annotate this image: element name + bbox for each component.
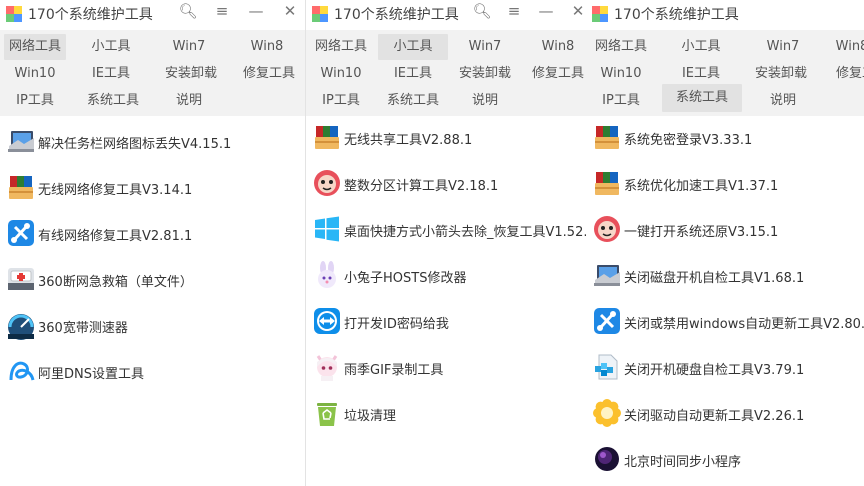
toolbox-icon — [592, 168, 622, 198]
tab-small-tools[interactable]: 小工具 — [80, 34, 142, 60]
document-cubes-icon — [592, 352, 622, 382]
tab-ie-tools[interactable]: IE工具 — [382, 61, 444, 87]
tab-ip-tools[interactable]: IP工具 — [4, 88, 66, 114]
list-item[interactable]: 系统优化加速工具V1.37.1 — [586, 162, 864, 206]
search-icon[interactable]: 🔍︎ — [178, 2, 198, 20]
app-window-small-tools: 170个系统维护工具 🔍︎ ≡ — ✕ 网络工具 小工具 Win7 Win8 W… — [306, 0, 586, 486]
menu-icon[interactable]: ≡ — [504, 2, 524, 20]
tab-small-tools[interactable]: 小工具 — [378, 34, 448, 60]
list-item[interactable]: 360宽带测速器 — [0, 304, 305, 348]
list-item[interactable]: 桌面快捷方式小箭头去除_恢复工具V1.52.1 — [306, 208, 586, 252]
tab-network[interactable]: 网络工具 — [4, 34, 66, 60]
tab-bar: 网络工具 小工具 Win7 Win8 Win10 IE工具 安装卸载 修复工具 … — [306, 30, 586, 116]
list-item[interactable]: 一键打开系统还原V3.15.1 — [586, 208, 864, 252]
list-item[interactable]: 有线网络修复工具V2.81.1 — [0, 212, 305, 256]
tab-bar: 网络工具 小工具 Win7 Win8 Win10 IE工具 安装卸载 修复工具 … — [0, 30, 305, 116]
monitor-network-icon — [592, 260, 622, 290]
list-item[interactable]: 无线网络修复工具V3.14.1 — [0, 166, 305, 210]
monitor-network-icon — [6, 126, 36, 156]
search-icon[interactable]: 🔍︎ — [472, 2, 492, 20]
window-title: 170个系统维护工具 — [334, 7, 459, 23]
repair-tools-icon — [592, 306, 622, 336]
list-item[interactable]: 打开发ID密码给我 — [306, 300, 586, 344]
title-bar: 170个系统维护工具 🔍︎ ≡ — ✕ — [0, 0, 305, 28]
recycle-bin-icon — [312, 398, 342, 428]
tab-repair-tools[interactable]: 修复工具 — [526, 61, 586, 87]
tab-system-tools[interactable]: 系统工具 — [80, 88, 146, 114]
tab-ie-tools[interactable]: IE工具 — [80, 61, 142, 87]
tab-win8[interactable]: Win8 — [236, 34, 298, 60]
monkey-face-icon — [312, 168, 342, 198]
window-title: 170个系统维护工具 — [614, 7, 739, 23]
app-logo-icon — [312, 6, 328, 22]
repair-tools-icon — [6, 218, 36, 248]
minimize-icon[interactable]: — — [246, 2, 266, 20]
list-item[interactable]: 无线共享工具V2.88.1 — [306, 116, 586, 160]
window-title: 170个系统维护工具 — [28, 7, 153, 23]
tab-win7[interactable]: Win7 — [456, 34, 514, 60]
tab-about[interactable]: 说明 — [158, 88, 220, 114]
tab-repair-tools[interactable]: 修复工具 — [236, 61, 302, 87]
tab-ip-tools[interactable]: IP工具 — [310, 88, 372, 114]
tab-install-uninstall[interactable]: 安装卸载 — [452, 61, 518, 87]
list-item[interactable]: 解决任务栏网络图标丢失V4.15.1 — [0, 120, 305, 164]
toolbox-icon — [592, 122, 622, 152]
dark-orb-icon — [592, 444, 622, 474]
tab-win10[interactable]: Win10 — [590, 61, 652, 87]
title-bar: 170个系统维护工具 — [586, 0, 864, 28]
tab-win8[interactable]: Win8 — [530, 34, 586, 60]
minimize-icon[interactable]: — — [536, 2, 556, 20]
close-icon[interactable]: ✕ — [280, 2, 300, 20]
list-item[interactable]: 整数分区计算工具V2.18.1 — [306, 162, 586, 206]
app-window-system-tools: 170个系统维护工具 网络工具 小工具 Win7 Win8 Win10 IE工具… — [586, 0, 864, 486]
list-item[interactable]: 北京时间同步小程序 — [586, 438, 864, 482]
app-window-network: 170个系统维护工具 🔍︎ ≡ — ✕ 网络工具 小工具 Win7 Win8 W… — [0, 0, 306, 486]
tab-repair-tools[interactable]: 修复工具 — [836, 61, 864, 87]
tab-ip-tools[interactable]: IP工具 — [590, 88, 652, 114]
anime-girl-icon — [312, 352, 342, 382]
tab-bar: 网络工具 小工具 Win7 Win8 Win10 IE工具 安装卸载 修复工具 … — [586, 30, 864, 116]
list-item[interactable]: 雨季GIF录制工具 — [306, 346, 586, 390]
tab-system-tools[interactable]: 系统工具 — [380, 88, 446, 114]
windows-logo-icon — [312, 214, 342, 244]
close-icon[interactable]: ✕ — [568, 2, 586, 20]
tab-win7[interactable]: Win7 — [752, 34, 814, 60]
teamviewer-icon — [312, 306, 342, 336]
menu-icon[interactable]: ≡ — [212, 2, 232, 20]
aliyun-logo-icon — [6, 356, 36, 386]
tab-about[interactable]: 说明 — [456, 88, 514, 114]
first-aid-box-icon — [6, 264, 36, 294]
toolbox-icon — [6, 172, 36, 202]
tab-small-tools[interactable]: 小工具 — [670, 34, 732, 60]
list-item[interactable]: 阿里DNS设置工具 — [0, 350, 305, 394]
tab-install-uninstall[interactable]: 安装卸载 — [746, 61, 816, 87]
list-item[interactable]: 关闭驱动自动更新工具V2.26.1 — [586, 392, 864, 436]
tab-win7[interactable]: Win7 — [158, 34, 220, 60]
tab-about[interactable]: 说明 — [752, 88, 814, 114]
app-logo-icon — [6, 6, 22, 22]
tab-network[interactable]: 网络工具 — [310, 34, 372, 60]
tab-network[interactable]: 网络工具 — [590, 34, 652, 60]
list-item[interactable]: 360断网急救箱（单文件） — [0, 258, 305, 302]
tab-win8[interactable]: Win8 — [832, 34, 864, 60]
app-logo-icon — [592, 6, 608, 22]
toolbox-icon — [312, 122, 342, 152]
list-item[interactable]: 垃圾清理 — [306, 392, 586, 436]
tab-win10[interactable]: Win10 — [310, 61, 372, 87]
list-item[interactable]: 关闭或禁用windows自动更新工具V2.80.1 — [586, 300, 864, 344]
list-item[interactable]: 系统免密登录V3.33.1 — [586, 116, 864, 160]
monkey-face-icon — [592, 214, 622, 244]
list-item[interactable]: 关闭开机硬盘自检工具V3.79.1 — [586, 346, 864, 390]
list-item[interactable]: 小兔子HOSTS修改器 — [306, 254, 586, 298]
list-item[interactable]: 关闭磁盘开机自检工具V1.68.1 — [586, 254, 864, 298]
tab-win10[interactable]: Win10 — [4, 61, 66, 87]
gear-flower-icon — [592, 398, 622, 428]
speedometer-icon — [6, 310, 36, 340]
tab-install-uninstall[interactable]: 安装卸载 — [158, 61, 224, 87]
tab-system-tools[interactable]: 系统工具 — [662, 84, 742, 112]
title-bar: 170个系统维护工具 🔍︎ ≡ — ✕ — [306, 0, 586, 28]
bunny-icon — [312, 260, 342, 290]
